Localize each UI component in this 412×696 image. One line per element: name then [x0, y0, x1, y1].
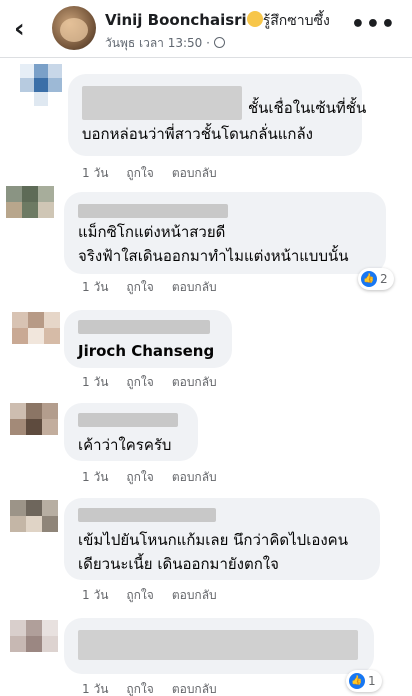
smiling-face-icon — [246, 11, 263, 27]
comment-item: Jiroch Chanseng 1 วัน ถูกใจ ตอบกลับ — [0, 300, 412, 395]
comment-time: 1 วัน — [82, 588, 109, 602]
comment-author[interactable]: Jiroch Chanseng — [78, 342, 214, 360]
comment-actions: 1 วัน ถูกใจ ตอบกลับ — [82, 373, 235, 392]
comment-item: 👍 1 1 วัน ถูกใจ ตอบกลับ — [0, 610, 412, 696]
comment-text: เข้มไปยันโหนกแก้มเลย นึกว่าคิดไปเองคน — [78, 531, 348, 549]
comment-text: เดียวนะเนี้ย เดินออกมายังตกใจ — [78, 555, 279, 573]
author-name-text[interactable]: Vinij Boonchaisri — [105, 11, 247, 29]
blurred-author-name — [78, 320, 210, 334]
chevron-left-icon[interactable]: ‹ — [14, 16, 38, 42]
feeling-text: รู้สึกซาบซึ้ง — [262, 13, 330, 29]
comment-time: 1 วัน — [82, 682, 109, 696]
avatar[interactable] — [52, 6, 96, 50]
blurred-author-name — [82, 86, 242, 120]
reply-button[interactable]: ตอบกลับ — [172, 375, 217, 389]
avatar[interactable] — [10, 403, 62, 447]
thumbs-up-icon: 👍 — [361, 271, 377, 287]
avatar[interactable] — [20, 64, 72, 108]
post-timestamp[interactable]: วันพุธ เวลา 13:50 · — [105, 36, 210, 50]
comment-item: เค้าว่าใครครับ 1 วัน ถูกใจ ตอบกลับ — [0, 395, 412, 495]
like-button[interactable]: ถูกใจ — [126, 470, 153, 484]
thumbs-up-icon: 👍 — [349, 673, 365, 689]
blurred-author-name — [78, 413, 178, 427]
comment-text: จริงฟ้าใสเดินออกมาทำไมแต่งหน้าแบบนั้น — [78, 247, 349, 265]
globe-icon — [213, 37, 225, 48]
like-button[interactable]: ถูกใจ — [126, 166, 153, 180]
like-button[interactable]: ถูกใจ — [126, 280, 153, 294]
comment-time: 1 วัน — [82, 375, 109, 389]
comment-text: แม็กซิโกแต่งหน้าสวยดี — [78, 223, 226, 241]
reply-button[interactable]: ตอบกลับ — [172, 682, 217, 696]
blurred-author-name — [78, 508, 216, 522]
reply-button[interactable]: ตอบกลับ — [172, 280, 217, 294]
avatar[interactable] — [6, 186, 58, 230]
reaction-badge[interactable]: 👍 1 — [346, 670, 382, 692]
comment-item: เข้มไปยันโหนกแก้มเลย นึกว่าคิดไปเองคน เด… — [0, 490, 412, 615]
more-icon[interactable]: ••• — [351, 14, 396, 36]
reaction-count: 1 — [368, 674, 376, 688]
like-button[interactable]: ถูกใจ — [126, 682, 153, 696]
comment-text: บอกหล่อนว่าพี่สาวชั้นโดนกลั่นแกล้ง — [82, 125, 313, 143]
comment-actions: 1 วัน ถูกใจ ตอบกลับ — [82, 278, 235, 297]
comment-time: 1 วัน — [82, 470, 109, 484]
comment-actions: 1 วัน ถูกใจ ตอบกลับ — [82, 586, 235, 605]
post-meta: วันพุธ เวลา 13:50 · — [105, 34, 225, 53]
reply-button[interactable]: ตอบกลับ — [172, 588, 217, 602]
reply-button[interactable]: ตอบกลับ — [172, 470, 217, 484]
comment-text: ชั้นเชื่อในเซ้นที่ชั้น — [248, 99, 367, 117]
comment-time: 1 วัน — [82, 280, 109, 294]
reaction-count: 2 — [380, 272, 388, 286]
comment-item: แม็กซิโกแต่งหน้าสวยดี จริงฟ้าใสเดินออกมา… — [0, 180, 412, 300]
comment-text: เค้าว่าใครครับ — [78, 436, 172, 454]
blurred-comment-content — [78, 630, 358, 660]
like-button[interactable]: ถูกใจ — [126, 588, 153, 602]
comment-actions: 1 วัน ถูกใจ ตอบกลับ — [82, 468, 235, 487]
reaction-badge[interactable]: 👍 2 — [358, 268, 394, 290]
avatar[interactable] — [10, 620, 62, 664]
comment-time: 1 วัน — [82, 166, 109, 180]
avatar[interactable] — [12, 312, 64, 356]
comment-item: ชั้นเชื่อในเซ้นที่ชั้น บอกหล่อนว่าพี่สาว… — [0, 60, 412, 180]
post-header: ‹ Vinij Boonchaisri รู้สึกซาบซึ้ง วันพุธ … — [0, 0, 412, 58]
avatar[interactable] — [10, 500, 62, 544]
like-button[interactable]: ถูกใจ — [126, 375, 153, 389]
blurred-author-name — [78, 204, 228, 218]
comment-actions: 1 วัน ถูกใจ ตอบกลับ — [82, 680, 235, 696]
reply-button[interactable]: ตอบกลับ — [172, 166, 217, 180]
author-name[interactable]: Vinij Boonchaisri รู้สึกซาบซึ้ง — [105, 10, 330, 32]
